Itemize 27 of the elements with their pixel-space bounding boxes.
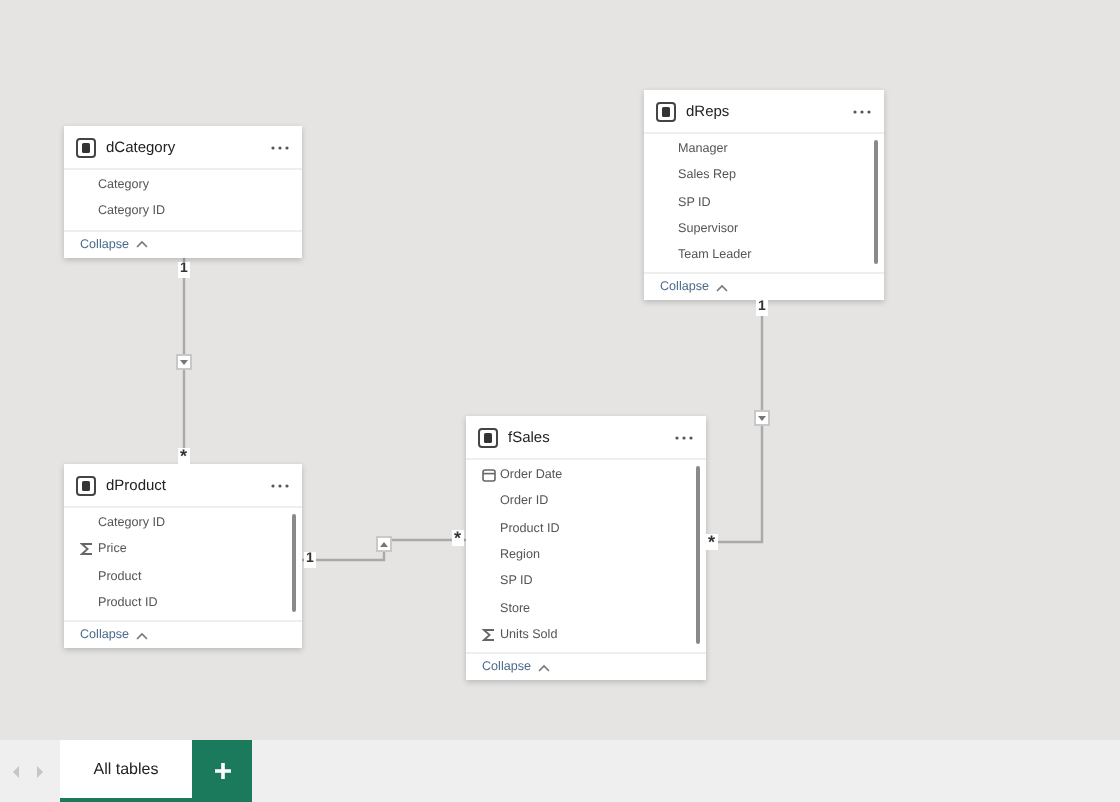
cardinality-label: * bbox=[178, 448, 190, 464]
filter-direction-icon bbox=[754, 410, 770, 426]
sigma-icon bbox=[482, 627, 496, 642]
more-options-icon[interactable] bbox=[270, 481, 290, 489]
chevron-up-icon bbox=[135, 240, 148, 249]
chevron-up-icon bbox=[715, 283, 728, 292]
table-icon bbox=[76, 475, 96, 495]
chevron-up-icon bbox=[537, 663, 550, 672]
scrollbar[interactable] bbox=[292, 514, 296, 613]
add-layout-button[interactable] bbox=[192, 740, 252, 802]
more-options-icon[interactable] bbox=[270, 143, 290, 151]
plus-icon bbox=[213, 762, 231, 780]
layout-tab[interactable]: All tables bbox=[60, 740, 192, 802]
sigma-icon bbox=[80, 542, 94, 557]
table-icon bbox=[76, 137, 96, 157]
filter-direction-icon bbox=[176, 354, 192, 370]
scrollbar[interactable] bbox=[696, 466, 700, 645]
scrollbar[interactable] bbox=[874, 140, 878, 265]
table-icon bbox=[656, 101, 676, 121]
cardinality-label: * bbox=[706, 534, 718, 550]
more-options-icon[interactable] bbox=[852, 107, 872, 115]
calendar-icon bbox=[482, 468, 496, 483]
chevron-up-icon bbox=[135, 631, 148, 640]
cardinality-label: * bbox=[452, 530, 464, 546]
table-icon bbox=[478, 427, 498, 447]
filter-direction-icon bbox=[376, 536, 392, 552]
more-options-icon[interactable] bbox=[674, 433, 694, 441]
